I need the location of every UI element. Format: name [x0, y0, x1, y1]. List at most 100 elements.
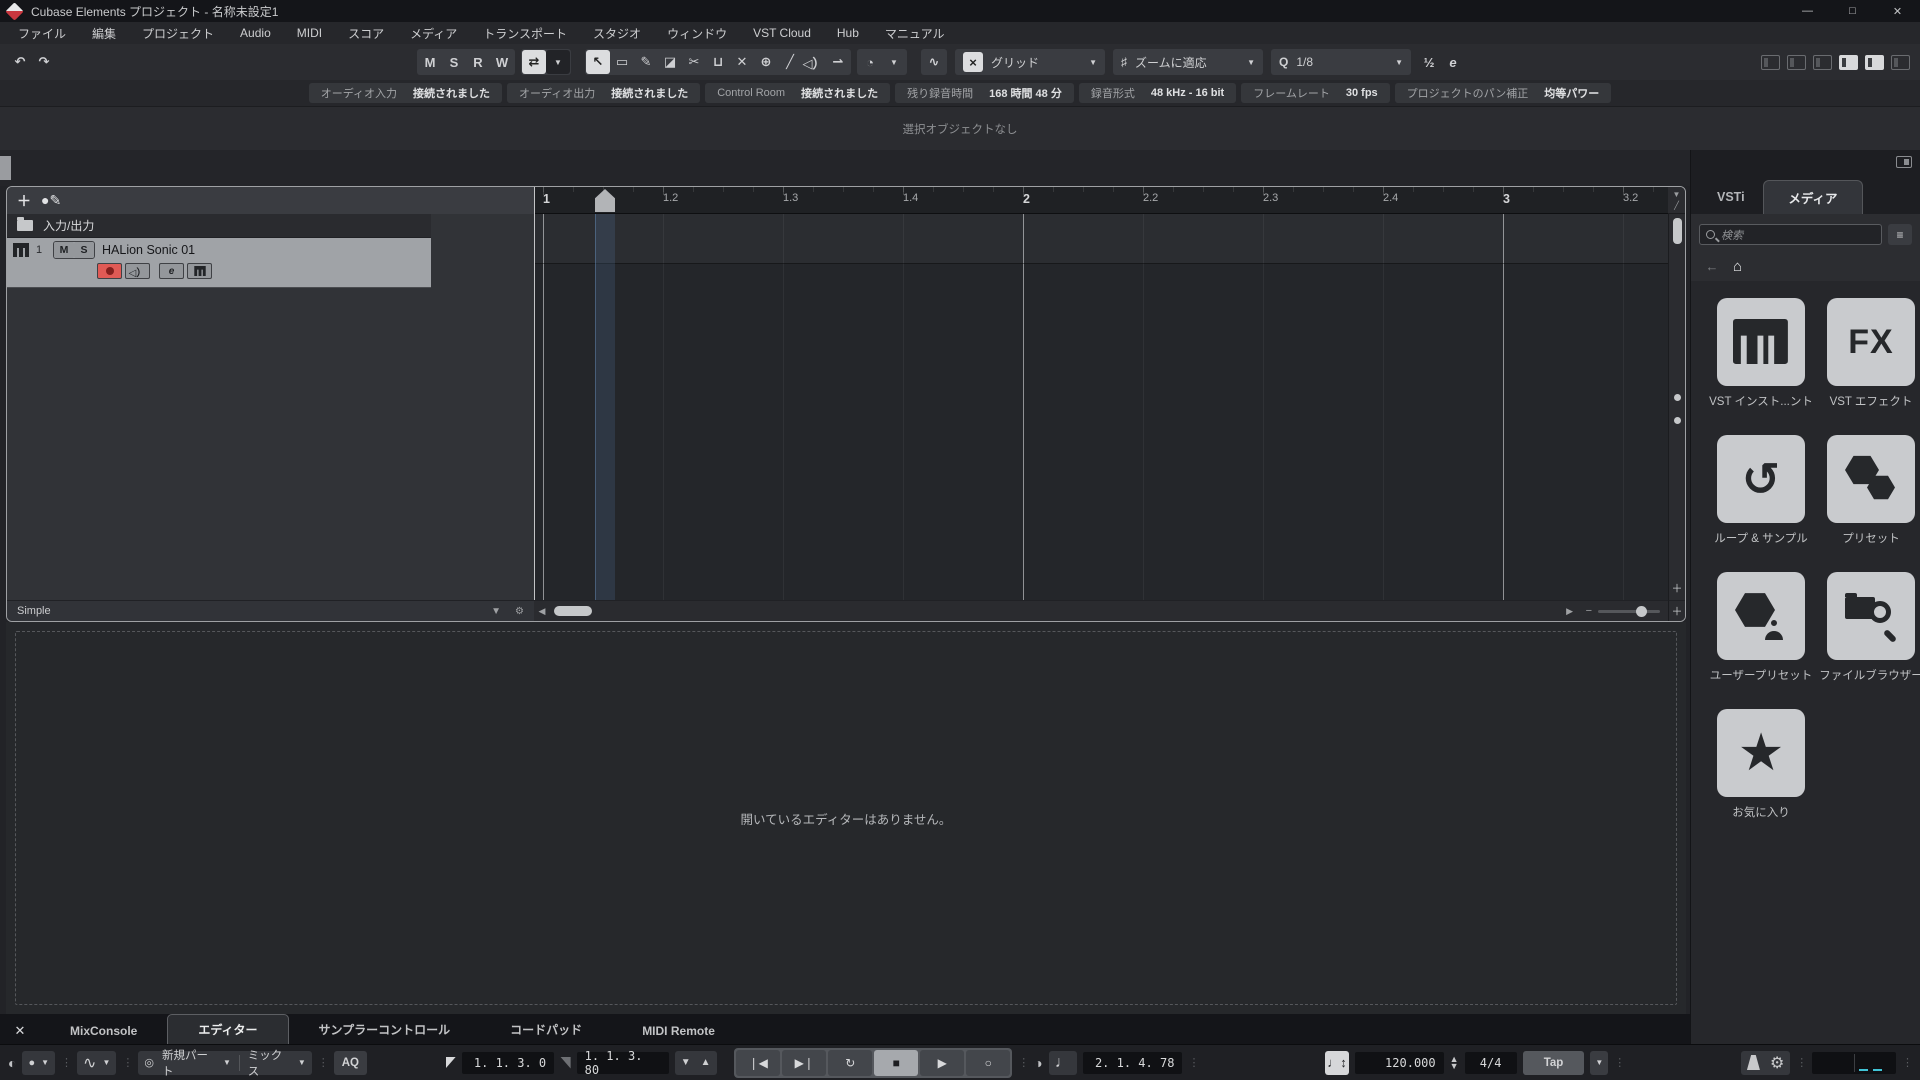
swing-icon[interactable]: ½ [1417, 50, 1441, 74]
track-lane[interactable] [535, 214, 1668, 264]
track-preset-icon[interactable]: ●✎ [41, 192, 61, 209]
snap-icon[interactable]: × [963, 52, 983, 72]
auto-quantize-button[interactable]: AQ [333, 1050, 367, 1075]
solo-state-button[interactable]: S [442, 50, 466, 74]
menu-edit[interactable]: 編集 [92, 25, 116, 42]
go-to-end-button[interactable]: ▶❘ [782, 1049, 827, 1076]
tile-vst-instruments[interactable]: VST インスト...ント [1709, 298, 1813, 409]
erase-tool-icon[interactable]: ◪ [658, 50, 682, 74]
tile-presets[interactable]: プリセット [1819, 435, 1920, 546]
tempo-display[interactable]: 120.000 [1355, 1051, 1444, 1074]
vertical-scroll-thumb[interactable] [1672, 218, 1682, 244]
quarter-note-icon[interactable]: ♩ [1055, 1054, 1071, 1072]
autoscroll-options-icon[interactable]: ▼ [546, 50, 570, 74]
record-button[interactable]: ○ [966, 1049, 1011, 1076]
track-mute-button[interactable]: M [54, 242, 74, 258]
redo-icon[interactable]: ↷ [32, 50, 56, 74]
minimize-button[interactable]: — [1785, 0, 1830, 22]
scroll-left-icon[interactable]: ◀ [534, 606, 550, 617]
menu-midi[interactable]: MIDI [297, 26, 322, 40]
quantize-panel-icon[interactable]: e [1441, 50, 1465, 74]
status-audio-output[interactable]: オーディオ出力 接続されました [506, 83, 701, 103]
read-automation-button[interactable]: R [466, 50, 490, 74]
automation-curve-icon[interactable]: ∿ [922, 50, 946, 74]
tile-user-presets[interactable]: ユーザープリセット [1709, 572, 1813, 683]
play-button[interactable]: ▶ [920, 1049, 965, 1076]
horizontal-zoom-in-icon[interactable]: ＋ [1668, 600, 1685, 621]
back-icon[interactable]: ← [1701, 257, 1723, 275]
right-zone-toggle-icon[interactable] [1865, 54, 1884, 70]
vertical-zoom-in-icon[interactable]: ＋ [1672, 580, 1683, 596]
monitor-button[interactable]: ◁） [125, 263, 150, 279]
status-record-format[interactable]: 録音形式 48 kHz - 16 bit [1078, 83, 1237, 103]
audio-record-mode[interactable]: ∿ ▼ [77, 1050, 117, 1075]
preset-dropdown-icon[interactable]: ▼ [491, 606, 501, 617]
status-audio-input[interactable]: オーディオ入力 接続されました [308, 83, 502, 103]
status-frame-rate[interactable]: フレームレート 30 fps [1241, 83, 1390, 103]
vertical-scrollbar[interactable]: ＋ [1668, 214, 1685, 600]
draw-tool-icon[interactable]: ✎ [634, 50, 658, 74]
left-zone-handle[interactable] [0, 156, 11, 180]
midi-record-mode-value[interactable]: 新規パート [162, 1047, 215, 1079]
tab-editor[interactable]: エディター [167, 1014, 289, 1044]
tab-vsti[interactable]: VSTi [1717, 190, 1745, 204]
lower-zone-toggle-icon[interactable] [1839, 54, 1858, 70]
object-select-tool-icon[interactable]: ↖ [586, 50, 610, 74]
midi-cycle-mode-value[interactable]: ミックス [248, 1047, 290, 1079]
status-control-room[interactable]: Control Room 接続されました [705, 83, 891, 103]
autoscroll-icon[interactable]: ⇄ [522, 50, 546, 74]
horizontal-scroll-thumb[interactable] [554, 606, 592, 616]
menu-transport[interactable]: トランスポート [483, 25, 567, 42]
metronome-settings-gear-icon[interactable]: ⚙ [1770, 1053, 1784, 1073]
track-solo-button[interactable]: S [74, 242, 94, 258]
tile-favorites[interactable]: ★ お気に入り [1709, 709, 1813, 820]
media-rack-setup-icon[interactable] [1896, 156, 1912, 168]
metronome-icon[interactable] [1746, 1055, 1760, 1070]
playhead-handle[interactable] [595, 189, 615, 212]
tab-media[interactable]: メディア [1763, 180, 1863, 214]
instrument-track-row[interactable]: 1 M S HALion Sonic 01 ◁） e [7, 238, 431, 288]
menu-media[interactable]: メディア [410, 25, 457, 42]
range-select-tool-icon[interactable]: ▭ [610, 50, 634, 74]
quantize-dropdown[interactable]: Q 1/8 ▼ [1271, 49, 1411, 75]
midi-cycle-mode-dropdown-icon[interactable]: ▼ [298, 1058, 306, 1067]
maximize-button[interactable]: □ [1830, 0, 1875, 22]
menu-score[interactable]: スコア [348, 25, 384, 42]
time-signature-display[interactable]: 4/4 [1464, 1051, 1517, 1074]
close-button[interactable]: ✕ [1875, 0, 1920, 22]
tile-vst-effects[interactable]: FX VST エフェクト [1819, 298, 1920, 409]
left-locator-display[interactable]: 1. 1. 3. 0 [462, 1051, 555, 1074]
split-tool-icon[interactable]: ✂ [682, 50, 706, 74]
punch-in-icon[interactable]: ▼ [681, 1057, 691, 1068]
tab-mixconsole[interactable]: MixConsole [40, 1018, 167, 1044]
go-to-start-button[interactable]: ❘◀ [736, 1049, 781, 1076]
io-folder-track[interactable]: 入力/出力 [7, 214, 431, 238]
tap-tempo-button[interactable]: Tap [1522, 1050, 1585, 1075]
status-record-time[interactable]: 残り録音時間 168 時間 48 分 [895, 83, 1074, 103]
scroll-right-icon[interactable]: ▶ [1562, 606, 1578, 617]
setup-toolbar-icon[interactable] [1761, 54, 1780, 70]
media-search-input[interactable]: 検索 [1699, 224, 1882, 245]
menu-studio[interactable]: スタジオ [593, 25, 641, 42]
tile-loops-samples[interactable]: ↺ ループ & サンプル [1709, 435, 1813, 546]
time-position-display[interactable]: 2. 1. 4. 78 [1082, 1051, 1183, 1074]
home-icon[interactable]: ⌂ [1733, 258, 1742, 275]
mute-tool-icon[interactable]: ✕ [730, 50, 754, 74]
timeline-ruler[interactable]: 1 1.2 1.3 1.4 2 2.2 2.3 2.4 3 3.2 [535, 187, 1668, 214]
preroll-icon[interactable]: ◑ [1034, 1055, 1042, 1071]
list-view-icon[interactable]: ≡ [1888, 224, 1912, 245]
play-tool-icon[interactable]: ◁） [802, 50, 826, 74]
vertical-zoom-handles[interactable] [1673, 394, 1681, 424]
edit-instrument-button[interactable]: e [159, 263, 184, 279]
punch-out-icon[interactable]: ▲ [701, 1057, 711, 1068]
event-display[interactable] [535, 214, 1668, 600]
snap-type-dropdown[interactable]: × グリッド ▼ [955, 49, 1105, 75]
track-name[interactable]: HALion Sonic 01 [102, 243, 195, 257]
zoom-out-icon[interactable]: − [1586, 605, 1592, 617]
cycle-button[interactable]: ↻ [828, 1049, 873, 1076]
tempo-track-button[interactable]: ♩↕ [1324, 1050, 1350, 1075]
undo-icon[interactable]: ↶ [8, 50, 32, 74]
status-pan-law[interactable]: プロジェクトのパン補正 均等パワー [1394, 83, 1612, 103]
record-enable-button[interactable] [97, 263, 122, 279]
window-layout-icon[interactable] [1891, 54, 1910, 70]
